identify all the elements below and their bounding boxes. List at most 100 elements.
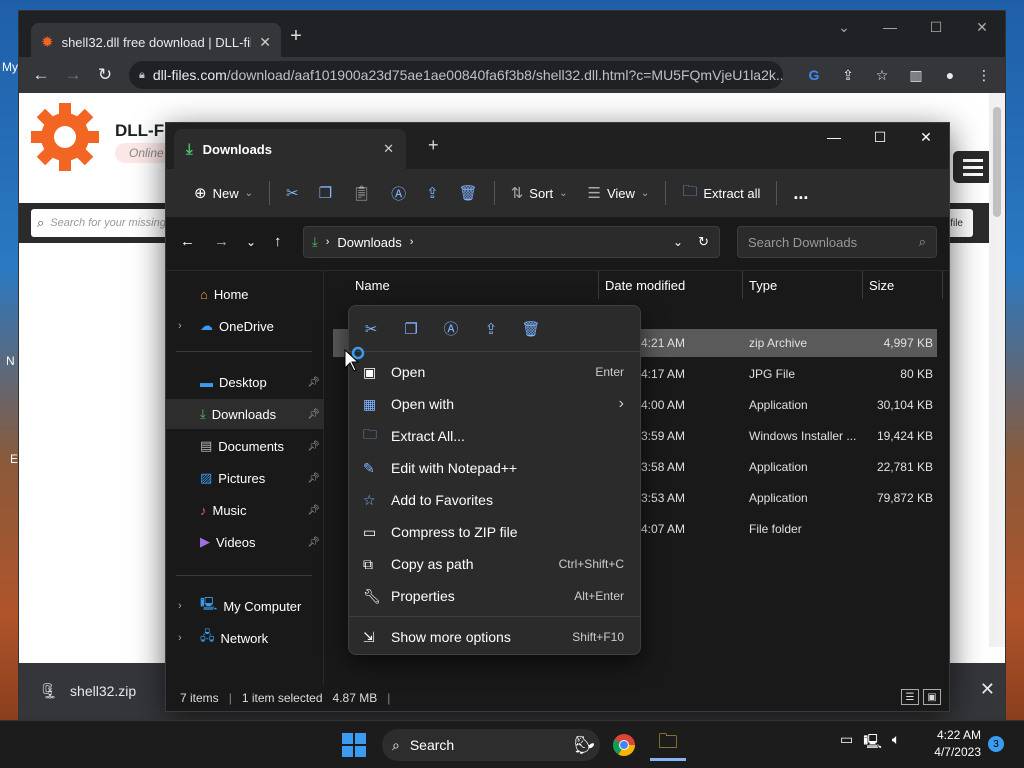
chevron-down-icon[interactable]: ⌄ <box>821 11 867 43</box>
column-header-name[interactable]: Name <box>349 271 599 299</box>
nav-item-music[interactable]: ♪ Music 📌︎ <box>166 495 324 525</box>
extract-all-label: Extract all <box>703 185 761 201</box>
nav-item-desktop[interactable]: ▬ Desktop 📌︎ <box>166 367 324 397</box>
sort-button[interactable]: ⇅ Sort ⌄ <box>501 176 578 210</box>
chevron-down-icon[interactable]: ⌄ <box>673 235 683 249</box>
page-scrollbar[interactable] <box>989 93 1005 647</box>
more-options-button[interactable]: ... <box>783 176 818 210</box>
search-input[interactable]: Search Downloads ⌕ <box>737 226 937 258</box>
forward-icon[interactable]: → <box>214 233 229 250</box>
pin-icon[interactable]: 📌︎ <box>307 441 320 452</box>
copy-button[interactable]: ❐ <box>309 176 342 210</box>
chevron-right-icon[interactable]: › <box>178 320 182 332</box>
tiles-view-icon[interactable]: ▣ <box>923 689 941 705</box>
nav-item-downloads[interactable]: ⤓ Downloads 📌︎ <box>166 399 324 429</box>
nav-label: My Computer <box>223 598 302 614</box>
profile-icon[interactable]: ● <box>937 61 963 89</box>
maximize-icon[interactable]: ☐ <box>913 11 959 43</box>
nav-item-documents[interactable]: ▤ Documents 📌︎ <box>166 431 324 461</box>
pin-icon[interactable]: 📌︎ <box>307 377 320 388</box>
plus-circle-icon: ⊕ <box>194 185 207 202</box>
share-button[interactable]: ⇪ <box>416 176 449 210</box>
chevron-down-icon[interactable]: ⌄ <box>246 235 256 249</box>
new-tab-button[interactable]: + <box>281 25 311 48</box>
pin-icon[interactable]: 📌︎ <box>307 537 320 548</box>
nav-item-my-computer[interactable]: › 🖳︎ My Computer <box>166 591 324 621</box>
minimize-icon[interactable]: — <box>867 11 913 43</box>
nav-item-videos[interactable]: ▶ Videos 📌︎ <box>166 527 324 557</box>
explorer-tab[interactable]: ⤓ Downloads ✕ <box>174 129 406 169</box>
cut-button[interactable]: ✂ <box>276 176 309 210</box>
nav-item-network[interactable]: › 🖧︎ Network <box>166 623 324 653</box>
menu-icon[interactable]: ⋮ <box>971 61 997 89</box>
nav-item-onedrive[interactable]: › ☁ OneDrive <box>166 311 324 341</box>
clock[interactable]: 4:22 AM 4/7/2023 <box>925 727 981 761</box>
menu-item-copy-path[interactable]: ⧉ Copy as path Ctrl+Shift+C <box>349 548 640 580</box>
up-icon[interactable]: ↑ <box>274 233 282 250</box>
nav-item-pictures[interactable]: ▨ Pictures 📌︎ <box>166 463 324 493</box>
chevron-right-icon[interactable]: › <box>178 600 182 612</box>
taskbar-search[interactable]: ⌕ Search 🦫︎ <box>382 729 600 761</box>
breadcrumb[interactable]: Downloads <box>337 235 401 250</box>
extract-all-button[interactable]: 🗀︎ Extract all <box>672 176 770 210</box>
download-filename[interactable]: shell32.zip <box>70 683 136 699</box>
new-tab-button[interactable]: + <box>428 135 439 156</box>
minimize-icon[interactable]: — <box>811 123 857 151</box>
menu-item-add-favorites[interactable]: ☆ Add to Favorites <box>349 484 640 516</box>
address-bar[interactable]: 🔒︎ dll-files.com/download/aaf101900a23d7… <box>129 61 783 89</box>
pin-icon[interactable]: 📌︎ <box>307 409 320 420</box>
back-icon[interactable]: ← <box>25 65 57 85</box>
site-search-input[interactable]: ⌕ Search for your missing <box>31 209 181 237</box>
close-icon[interactable]: ✕ <box>959 11 1005 43</box>
menu-item-compress-zip[interactable]: ▭ Compress to ZIP file <box>349 516 640 548</box>
forward-icon[interactable]: → <box>57 65 89 85</box>
details-view-icon[interactable]: ☰ <box>901 689 919 705</box>
close-tab-icon[interactable]: ✕ <box>259 34 271 51</box>
chevron-right-icon[interactable]: › <box>178 632 182 644</box>
trash-icon[interactable]: 🗑︎ <box>521 320 541 338</box>
column-header-type[interactable]: Type <box>743 271 863 299</box>
explorer-address-bar[interactable]: ⤓ › Downloads › ⌄ ↻ <box>303 226 720 258</box>
nav-item-home[interactable]: ⌂ Home <box>166 279 324 309</box>
desktop-icon: ▬ <box>200 374 213 390</box>
sidepanel-icon[interactable]: ▥ <box>903 61 929 89</box>
notification-badge[interactable]: 3 <box>988 736 1004 752</box>
column-header-date[interactable]: Date modified <box>599 271 743 299</box>
copy-icon[interactable]: ❐ <box>401 320 421 338</box>
close-tab-icon[interactable]: ✕ <box>383 141 394 157</box>
column-header-size[interactable]: Size <box>863 271 943 299</box>
refresh-icon[interactable]: ↻ <box>698 234 709 250</box>
close-download-shelf-icon[interactable]: ✕ <box>980 679 995 700</box>
paste-button[interactable]: 📋︎ <box>342 176 381 210</box>
close-icon[interactable]: ✕ <box>903 123 949 151</box>
new-button[interactable]: ⊕ New ⌄ <box>184 176 263 210</box>
menu-item-open-with[interactable]: ▦ Open with › <box>349 388 640 420</box>
pin-icon[interactable]: 📌︎ <box>307 505 320 516</box>
network-icon[interactable]: 🖳︎ <box>863 731 882 755</box>
share-icon[interactable]: ⇪ <box>481 320 501 338</box>
pin-icon[interactable]: 📌︎ <box>307 473 320 484</box>
maximize-icon[interactable]: ☐ <box>857 123 903 151</box>
windows-start-icon[interactable] <box>342 733 366 757</box>
view-button[interactable]: ☰ View ⌄ <box>578 176 660 210</box>
back-icon[interactable]: ← <box>180 233 195 250</box>
menu-item-show-more[interactable]: ⇲ Show more options Shift+F10 <box>349 621 640 653</box>
menu-item-open[interactable]: ▣ Open Enter <box>349 356 640 388</box>
volume-icon[interactable]: 🔈︎ <box>892 731 900 755</box>
menu-item-edit-notepad[interactable]: ✎ Edit with Notepad++ <box>349 452 640 484</box>
google-icon[interactable]: G <box>801 61 827 89</box>
star-icon[interactable]: ☆ <box>869 61 895 89</box>
battery-icon[interactable]: ▭ <box>840 731 853 755</box>
file-explorer-icon[interactable]: 🗀︎ <box>650 729 686 761</box>
scissors-icon[interactable]: ✂ <box>361 320 381 338</box>
browser-tab[interactable]: ✹ shell32.dll free download | DLL-fil ✕ <box>31 23 281 61</box>
rename-icon[interactable]: Ⓐ <box>441 318 461 339</box>
rename-button[interactable]: Ⓐ <box>381 176 416 210</box>
menu-item-properties[interactable]: 🔧︎ Properties Alt+Enter <box>349 580 640 612</box>
delete-button[interactable]: 🗑︎ <box>449 176 488 210</box>
hamburger-menu-icon[interactable] <box>953 151 993 183</box>
menu-item-extract-all[interactable]: 🗀︎ Extract All... <box>349 420 640 452</box>
share-icon[interactable]: ⇪ <box>835 61 861 89</box>
reload-icon[interactable]: ↻ <box>89 65 121 85</box>
chrome-icon[interactable] <box>606 729 642 761</box>
